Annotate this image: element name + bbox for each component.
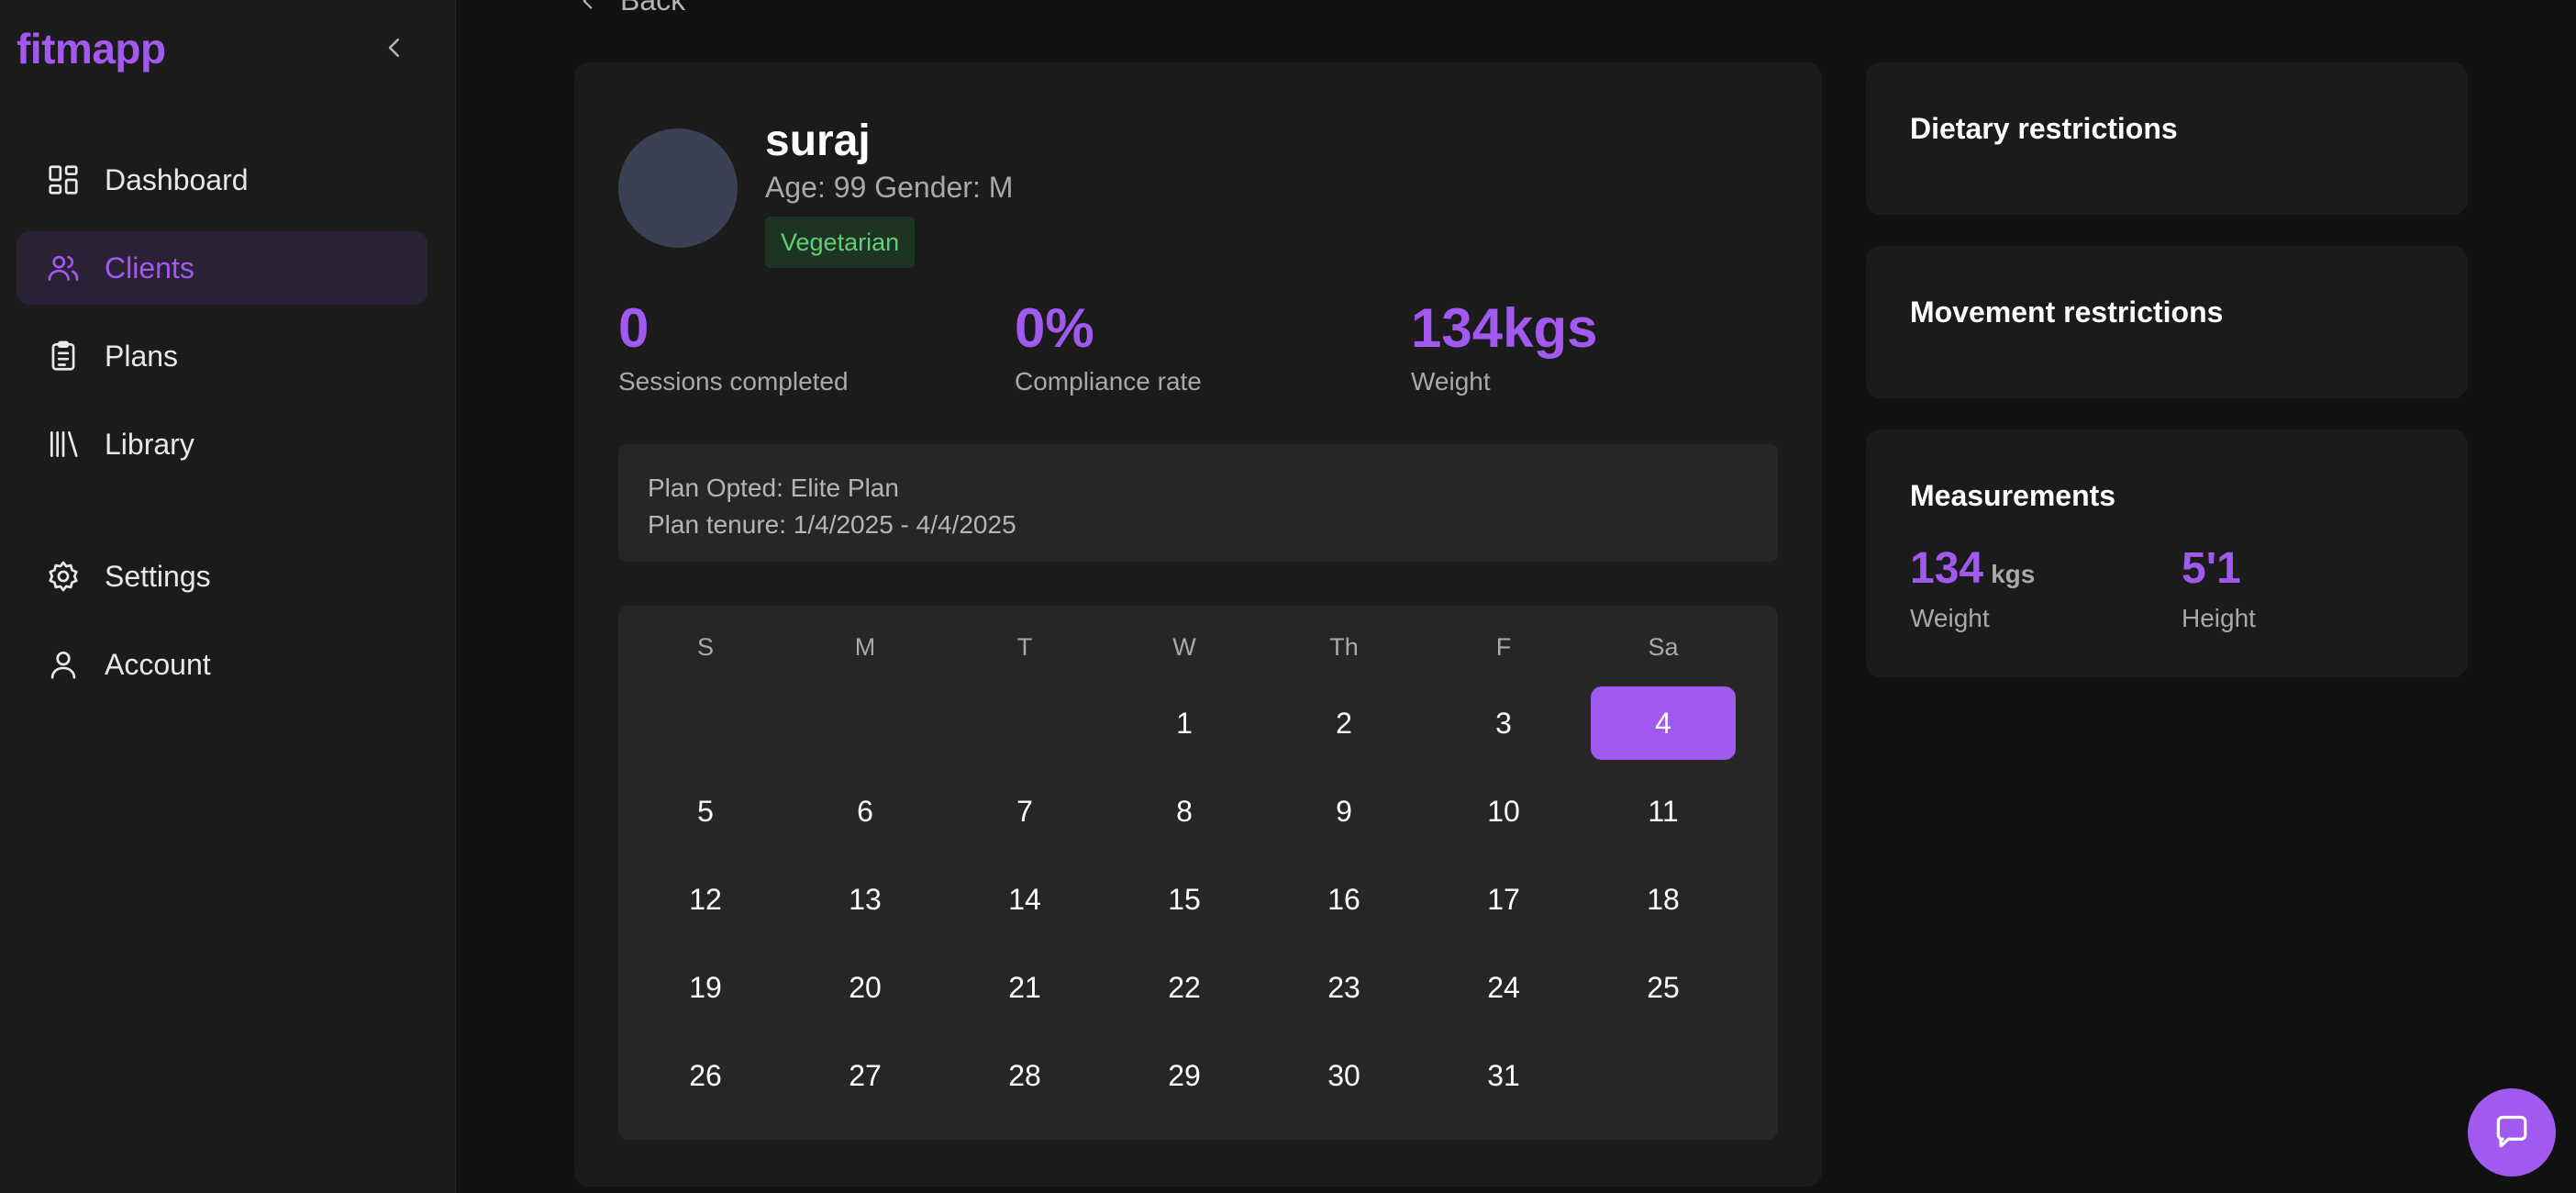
plan-tenure: Plan tenure: 1/4/2025 - 4/4/2025 [648, 510, 1016, 539]
weight-label: Weight [1910, 604, 1990, 632]
back-button[interactable]: Back [576, 0, 685, 17]
calendar-day[interactable]: 22 [1112, 951, 1257, 1024]
calendar-day[interactable]: 20 [793, 951, 938, 1024]
avatar [618, 128, 738, 248]
calendar-day[interactable]: 29 [1112, 1039, 1257, 1112]
calendar-day[interactable]: 12 [633, 863, 778, 936]
weekday-label: Th [1329, 633, 1359, 661]
users-icon [46, 251, 81, 285]
weight-unit: kgs [1991, 560, 2036, 588]
weekday-label: M [854, 633, 876, 661]
measurement-weight: 134 kgs Weight [1910, 547, 2035, 633]
sidebar-item-label: Library [105, 427, 194, 461]
weekday-label: S [696, 633, 714, 661]
stat-value: 0% [1015, 297, 1094, 359]
height-value: 5'1 [2182, 544, 2241, 593]
calendar-day[interactable]: 25 [1591, 951, 1736, 1024]
calendar-day[interactable]: 10 [1431, 775, 1576, 848]
client-meta: Age: 99 Gender: M [765, 171, 1014, 204]
calendar-day[interactable]: 28 [952, 1039, 1097, 1112]
calendar-day[interactable]: 18 [1591, 863, 1736, 936]
sidebar-item-settings[interactable]: Settings [17, 540, 427, 613]
weekday-label: F [1495, 633, 1512, 661]
weekday-label: W [1172, 633, 1196, 661]
calendar-day[interactable]: 1 [1112, 686, 1257, 760]
diet-badge: Vegetarian [765, 217, 916, 268]
client-name: suraj [765, 117, 871, 165]
weight-value: 134 [1910, 544, 1984, 593]
app-logo[interactable]: fitmapp [17, 24, 166, 73]
stat-weight: 134kgs Weight [1411, 301, 1598, 396]
calendar-day[interactable]: 11 [1591, 775, 1736, 848]
stat-label: Weight [1411, 367, 1491, 396]
calendar-day[interactable]: 19 [633, 951, 778, 1024]
stat-label: Sessions completed [618, 367, 849, 396]
calendar-day[interactable]: 21 [952, 951, 1097, 1024]
chevron-left-icon [388, 39, 399, 57]
calendar-day[interactable]: 23 [1271, 951, 1416, 1024]
collapse-sidebar-button[interactable] [378, 31, 411, 64]
measurements-card: Measurements 134 kgs Weight 5'1 Height [1866, 429, 2468, 677]
calendar-day[interactable]: 6 [793, 775, 938, 848]
calendar-day[interactable]: 30 [1271, 1039, 1416, 1112]
plan-opted: Plan Opted: Elite Plan [648, 474, 899, 502]
chevron-left-icon [583, 0, 593, 9]
movement-restrictions-card: Movement restrictions [1866, 246, 2468, 398]
dashboard-icon [46, 162, 81, 197]
calendar-day[interactable]: 24 [1431, 951, 1576, 1024]
calendar-day[interactable]: 16 [1271, 863, 1416, 936]
chat-icon [2496, 1115, 2527, 1148]
calendar-day[interactable]: 2 [1271, 686, 1416, 760]
library-icon [46, 427, 81, 462]
user-icon [46, 647, 81, 682]
stat-value: 0 [618, 297, 650, 359]
stat-sessions: 0 Sessions completed [618, 301, 849, 396]
card-title: Measurements [1910, 479, 2116, 512]
stat-label: Compliance rate [1015, 367, 1202, 396]
calendar-day[interactable]: 5 [633, 775, 778, 848]
calendar-day-selected[interactable]: 4 [1591, 686, 1736, 760]
sidebar-item-plans[interactable]: Plans [17, 319, 427, 393]
back-label: Back [620, 0, 686, 17]
calendar-day[interactable]: 17 [1431, 863, 1576, 936]
weekday-label: T [1016, 633, 1033, 661]
calendar-day[interactable]: 7 [952, 775, 1097, 848]
sidebar-item-dashboard[interactable]: Dashboard [17, 143, 427, 217]
clipboard-icon [46, 339, 81, 374]
calendar: S M T W Th F Sa 1 2 3 4 5 6 7 8 9 10 11 12 13 14 15 16 1… [618, 606, 1778, 1140]
stat-compliance: 0% Compliance rate [1015, 301, 1202, 396]
chat-button[interactable] [2468, 1088, 2556, 1176]
sidebar-item-clients[interactable]: Clients [17, 231, 427, 305]
weekday-label: Sa [1648, 633, 1679, 661]
stat-value: 134kgs [1411, 297, 1598, 359]
gear-icon [46, 559, 81, 594]
calendar-day[interactable]: 26 [633, 1039, 778, 1112]
calendar-day[interactable]: 15 [1112, 863, 1257, 936]
plan-info: Plan Opted: Elite Plan Plan tenure: 1/4/… [618, 444, 1778, 562]
calendar-day[interactable]: 9 [1271, 775, 1416, 848]
calendar-day[interactable]: 8 [1112, 775, 1257, 848]
sidebar-item-label: Clients [105, 251, 194, 284]
sidebar-item-label: Dashboard [105, 162, 249, 196]
calendar-day[interactable]: 27 [793, 1039, 938, 1112]
dietary-restrictions-card: Dietary restrictions [1866, 62, 2468, 215]
sidebar-item-label: Settings [105, 559, 211, 593]
sidebar: fitmapp Dashboard Clients Plans Library [0, 0, 456, 1193]
sidebar-item-account[interactable]: Account [17, 628, 427, 701]
measurement-height: 5'1 Height [2182, 547, 2256, 633]
calendar-day[interactable]: 31 [1431, 1039, 1576, 1112]
card-title: Movement restrictions [1910, 295, 2224, 329]
sidebar-item-library[interactable]: Library [17, 407, 427, 481]
calendar-day[interactable]: 14 [952, 863, 1097, 936]
sidebar-item-label: Plans [105, 339, 179, 373]
calendar-day[interactable]: 3 [1431, 686, 1576, 760]
height-label: Height [2182, 604, 2256, 632]
calendar-day[interactable]: 13 [793, 863, 938, 936]
card-title: Dietary restrictions [1910, 112, 2178, 145]
sidebar-item-label: Account [105, 647, 211, 681]
client-profile-card: suraj Age: 99 Gender: M Vegetarian 0 Ses… [574, 62, 1822, 1187]
